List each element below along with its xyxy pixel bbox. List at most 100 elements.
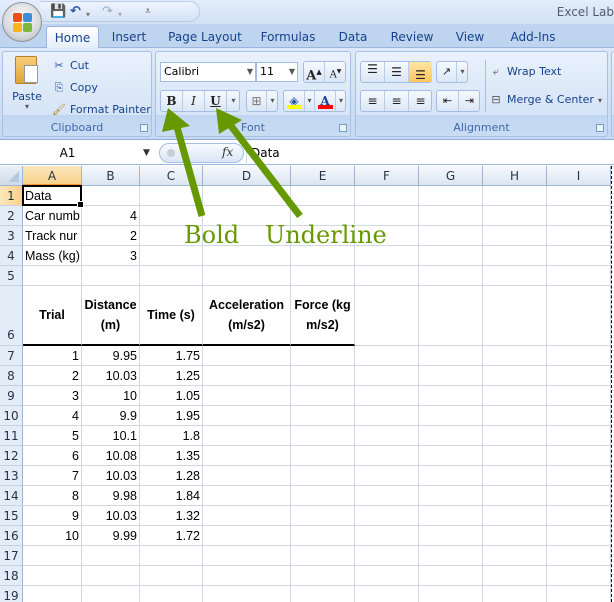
column-header-a[interactable]: A — [23, 166, 82, 186]
formula-bar-resize-handle[interactable] — [167, 149, 175, 157]
cell-i7[interactable] — [547, 346, 611, 366]
fill-color-dropdown-icon[interactable]: ▾ — [305, 91, 315, 111]
cell-g16[interactable] — [419, 526, 483, 546]
cell-e1[interactable] — [291, 186, 355, 206]
paste-dropdown-icon[interactable]: ▾ — [7, 102, 47, 111]
cell-h18[interactable] — [483, 566, 547, 586]
row-header-16[interactable]: 16 — [0, 526, 23, 546]
cell-i16[interactable] — [547, 526, 611, 546]
row-header-17[interactable]: 17 — [0, 546, 23, 566]
redo-dropdown-icon[interactable]: ▾ — [118, 8, 122, 22]
cell-g1[interactable] — [419, 186, 483, 206]
cell-b9[interactable]: 10 — [82, 386, 140, 406]
column-header-g[interactable]: G — [419, 166, 483, 186]
cell-f15[interactable] — [355, 506, 419, 526]
cell-d17[interactable] — [203, 546, 291, 566]
cell-d12[interactable] — [203, 446, 291, 466]
cell-e16[interactable] — [291, 526, 355, 546]
align-right-button[interactable]: ≡ — [409, 91, 432, 111]
cell-a3[interactable]: Track nur — [23, 226, 82, 246]
alignment-dialog-launcher[interactable] — [596, 124, 604, 132]
column-header-b[interactable]: B — [82, 166, 140, 186]
cell-a18[interactable] — [23, 566, 82, 586]
cut-button[interactable]: ✂ Cut — [51, 56, 89, 76]
cell-f16[interactable] — [355, 526, 419, 546]
cell-c11[interactable]: 1.8 — [140, 426, 203, 446]
italic-button[interactable]: I — [183, 91, 205, 111]
cell-f18[interactable] — [355, 566, 419, 586]
cell-a13[interactable]: 7 — [23, 466, 82, 486]
shrink-font-button[interactable]: A▼ — [325, 62, 346, 82]
cell-h6[interactable] — [483, 286, 547, 346]
column-header-e[interactable]: E — [291, 166, 355, 186]
cell-h2[interactable] — [483, 206, 547, 226]
table-header-acceleration[interactable]: Acceleration (m/s2) — [203, 286, 291, 346]
undo-dropdown-icon[interactable]: ▾ — [86, 8, 90, 22]
row-header-8[interactable]: 8 — [0, 366, 23, 386]
cell-d14[interactable] — [203, 486, 291, 506]
cell-i2[interactable] — [547, 206, 611, 226]
cell-a11[interactable]: 5 — [23, 426, 82, 446]
cell-h7[interactable] — [483, 346, 547, 366]
cell-d5[interactable] — [203, 266, 291, 286]
tab-add-ins[interactable]: Add-Ins — [505, 26, 561, 48]
format-painter-button[interactable]: 🖌 Format Painter — [51, 100, 151, 120]
cell-h5[interactable] — [483, 266, 547, 286]
cell-c16[interactable]: 1.72 — [140, 526, 203, 546]
cell-b19[interactable] — [82, 586, 140, 602]
cell-f6[interactable] — [355, 286, 419, 346]
cell-i15[interactable] — [547, 506, 611, 526]
formula-input[interactable]: Data — [246, 143, 614, 163]
undo-icon[interactable]: ↶ — [70, 5, 81, 19]
cell-c15[interactable]: 1.32 — [140, 506, 203, 526]
font-name-select[interactable]: Calibri ▼ — [160, 62, 256, 82]
align-center-button[interactable]: ≡ — [385, 91, 409, 111]
cell-c12[interactable]: 1.35 — [140, 446, 203, 466]
table-header-force[interactable]: Force (kg m/s2) — [291, 286, 355, 346]
cell-e5[interactable] — [291, 266, 355, 286]
cell-f5[interactable] — [355, 266, 419, 286]
cell-a16[interactable]: 10 — [23, 526, 82, 546]
font-size-select[interactable]: 11 ▼ — [256, 62, 298, 82]
row-header-15[interactable]: 15 — [0, 506, 23, 526]
row-header-10[interactable]: 10 — [0, 406, 23, 426]
customize-qat-icon[interactable]: ⩡ — [145, 5, 151, 19]
cell-d10[interactable] — [203, 406, 291, 426]
cell-d4[interactable] — [203, 246, 291, 266]
borders-button[interactable]: ⊞ ▾ — [246, 90, 278, 112]
orientation-button[interactable]: ↗ ▾ — [436, 61, 468, 83]
font-dialog-launcher[interactable] — [339, 124, 347, 132]
cell-f8[interactable] — [355, 366, 419, 386]
row-header-18[interactable]: 18 — [0, 566, 23, 586]
row-header-2[interactable]: 2 — [0, 206, 23, 226]
column-header-i[interactable]: I — [547, 166, 611, 186]
column-header-d[interactable]: D — [203, 166, 291, 186]
cell-c4[interactable] — [140, 246, 203, 266]
table-header-trial[interactable]: Trial — [23, 286, 82, 346]
cell-d8[interactable] — [203, 366, 291, 386]
cell-c10[interactable]: 1.95 — [140, 406, 203, 426]
cell-g2[interactable] — [419, 206, 483, 226]
cell-h4[interactable] — [483, 246, 547, 266]
cell-b17[interactable] — [82, 546, 140, 566]
cell-b12[interactable]: 10.08 — [82, 446, 140, 466]
tab-review[interactable]: Review — [387, 26, 437, 48]
cell-a10[interactable]: 4 — [23, 406, 82, 426]
save-icon[interactable]: 💾 — [50, 5, 66, 19]
cell-c7[interactable]: 1.75 — [140, 346, 203, 366]
cell-g6[interactable] — [419, 286, 483, 346]
cell-h8[interactable] — [483, 366, 547, 386]
cell-h14[interactable] — [483, 486, 547, 506]
cell-e19[interactable] — [291, 586, 355, 602]
cell-f12[interactable] — [355, 446, 419, 466]
cell-a17[interactable] — [23, 546, 82, 566]
cell-b16[interactable]: 9.99 — [82, 526, 140, 546]
cell-f19[interactable] — [355, 586, 419, 602]
merge-center-button[interactable]: ⊟ Merge & Center ▾ — [488, 90, 602, 110]
cell-a4[interactable]: Mass (kg) — [23, 246, 82, 266]
column-header-h[interactable]: H — [483, 166, 547, 186]
increase-indent-button[interactable]: ⇥ — [459, 91, 480, 111]
clipboard-dialog-launcher[interactable] — [140, 124, 148, 132]
insert-function-button[interactable]: fx — [222, 145, 233, 159]
cell-i9[interactable] — [547, 386, 611, 406]
